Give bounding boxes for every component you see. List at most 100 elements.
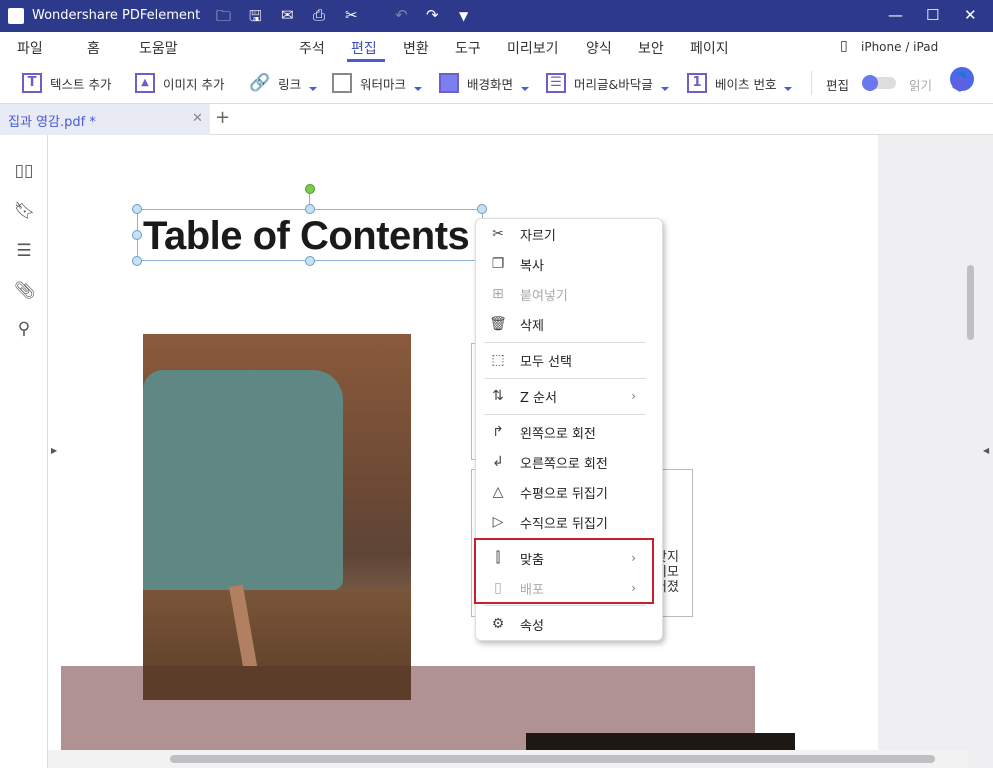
context-item-flip-vertical[interactable]: ▷ 수직으로 뒤집기 — [476, 508, 664, 536]
menu-tools[interactable]: 도구 — [455, 38, 481, 58]
link-button[interactable]: 🔗 링크 — [249, 73, 318, 93]
document-tab[interactable]: 집과 영감.pdf * ✕ — [0, 104, 210, 135]
menu-separator — [484, 378, 646, 379]
context-item-label: 자르기 — [520, 228, 556, 244]
resize-handle[interactable] — [477, 204, 487, 214]
scissors-icon[interactable]: ✂ — [345, 6, 358, 24]
save-icon[interactable]: 🖫 — [249, 6, 262, 31]
print-icon[interactable]: ⎙ — [313, 6, 325, 24]
context-item-label: 붙여넣기 — [520, 288, 568, 304]
dark-image — [526, 733, 795, 750]
hexagon-icon[interactable]: ⬢ — [951, 71, 968, 95]
iphone-ipad-button[interactable]: iPhone / iPad — [861, 40, 938, 54]
bates-number-label: 베이츠 번호 — [715, 76, 777, 92]
menu-comment[interactable]: 주석 — [299, 38, 325, 58]
background-label: 배경화면 — [467, 76, 514, 92]
new-tab-button[interactable]: + — [215, 107, 230, 128]
title-bar: Wondershare PDFelement 🗀 🖫 ✉ ⎙ ✂ ↶ ↷ ▼ —… — [0, 0, 993, 32]
resize-handle[interactable] — [305, 256, 315, 266]
menu-separator — [484, 414, 646, 415]
rotate-right-icon: ↲ — [492, 454, 504, 470]
rotate-left-icon: ↱ — [492, 424, 504, 440]
menu-convert[interactable]: 변환 — [403, 38, 429, 58]
redo-icon[interactable]: ↷ — [426, 6, 439, 24]
z-order-icon: ⇅ — [492, 388, 504, 404]
bookmark-icon[interactable]: 🔖︎ — [14, 201, 36, 221]
chevron-down-icon — [521, 87, 530, 91]
add-image-label: 이미지 추가 — [163, 76, 225, 92]
dropdown-icon[interactable]: ▼ — [459, 9, 468, 23]
resize-handle[interactable] — [132, 230, 142, 240]
resize-handle[interactable] — [132, 256, 142, 266]
context-item-label: 오른쪽으로 회전 — [520, 456, 608, 472]
edit-mode-label: 편집 — [826, 78, 850, 93]
read-mode-label: 읽기 — [909, 78, 933, 93]
search-icon[interactable]: ⚲ — [14, 319, 34, 339]
menu-form[interactable]: 양식 — [586, 38, 612, 58]
vertical-scrollbar[interactable] — [967, 265, 974, 340]
menu-file[interactable]: 파일 — [17, 38, 43, 58]
watermark-button[interactable]: 워터마크 — [332, 73, 423, 93]
attachment-icon[interactable]: 📎︎ — [14, 281, 36, 301]
divider — [811, 71, 812, 95]
context-item-z-order[interactable]: ⇅ Z 순서 › — [476, 382, 664, 410]
menu-edit[interactable]: 편집 — [351, 38, 377, 58]
context-item-gear[interactable]: ⚙ 속성 — [476, 610, 664, 638]
expand-panel-icon[interactable]: ▶ — [51, 446, 57, 455]
context-item-trash[interactable]: 🗑 삭제 — [476, 310, 664, 338]
bates-number-button[interactable]: 1 베이츠 번호 — [687, 73, 793, 93]
resize-handle[interactable] — [132, 204, 142, 214]
app-title: Wondershare PDFelement — [32, 8, 201, 23]
select-all-icon: ⬚ — [491, 352, 505, 368]
menu-home[interactable]: 홈 — [87, 38, 100, 58]
trash-icon: 🗑 — [489, 316, 507, 332]
menu-help[interactable]: 도움말 — [139, 38, 178, 58]
selection-box[interactable] — [137, 209, 483, 261]
context-item-label: 속성 — [520, 618, 544, 634]
menu-preview[interactable]: 미리보기 — [507, 38, 559, 58]
toolbar: T 텍스트 추가 ▲ 이미지 추가 🔗 링크 워터마크 배경화면 ☰ 머리글&바닥글 1… — [0, 63, 993, 104]
thumbnails-icon[interactable]: ▯▯ — [14, 161, 34, 181]
image-icon: ▲ — [135, 73, 155, 93]
watermark-icon — [332, 73, 352, 93]
expand-right-panel-icon[interactable]: ◀ — [983, 446, 989, 455]
mail-icon[interactable]: ✉ — [281, 6, 294, 24]
flip-vertical-icon: ▷ — [492, 514, 504, 530]
link-icon: 🔗 — [249, 73, 271, 93]
menu-separator — [484, 342, 646, 343]
menu-page[interactable]: 페이지 — [690, 38, 729, 58]
horizontal-scrollbar[interactable] — [170, 755, 935, 763]
sofa-shape — [143, 370, 343, 590]
link-label: 링크 — [278, 76, 302, 92]
context-item-rotate-left[interactable]: ↱ 왼쪽으로 회전 — [476, 418, 664, 446]
active-menu-underline — [347, 59, 385, 62]
minimize-button[interactable]: — — [888, 6, 903, 24]
context-item-paste[interactable]: ⊞ 붙여넣기 — [476, 280, 664, 308]
context-item-label: 모두 선택 — [520, 354, 572, 370]
open-folder-icon[interactable]: 🗀 — [216, 6, 231, 31]
context-item-select-all[interactable]: ⬚ 모두 선택 — [476, 346, 664, 374]
add-text-button[interactable]: T 텍스트 추가 — [22, 73, 111, 93]
resize-handle[interactable] — [305, 204, 315, 214]
background-icon — [439, 73, 459, 93]
background-button[interactable]: 배경화면 — [439, 73, 530, 93]
rotate-handle[interactable] — [305, 184, 315, 194]
context-item-scissors[interactable]: ✂ 자르기 — [476, 220, 664, 248]
add-image-button[interactable]: ▲ 이미지 추가 — [135, 73, 224, 93]
context-item-copy[interactable]: ❐ 복사 — [476, 250, 664, 278]
close-button[interactable]: ✕ — [964, 6, 977, 24]
paste-icon: ⊞ — [492, 286, 504, 302]
menu-security[interactable]: 보안 — [638, 38, 664, 58]
context-item-flip-horizontal[interactable]: △ 수평으로 뒤집기 — [476, 478, 664, 506]
maximize-button[interactable]: ☐ — [926, 6, 939, 24]
copy-icon: ❐ — [491, 256, 505, 272]
edit-read-toggle[interactable] — [862, 75, 896, 91]
tab-title: 집과 영감.pdf * — [8, 115, 96, 130]
context-item-rotate-right[interactable]: ↲ 오른쪽으로 회전 — [476, 448, 664, 476]
tab-close-icon[interactable]: ✕ — [192, 111, 203, 126]
header-footer-button[interactable]: ☰ 머리글&바닥글 — [546, 73, 669, 93]
undo-icon[interactable]: ↶ — [395, 6, 408, 24]
comment-icon[interactable]: ☰ — [14, 241, 34, 261]
menu-bar: 파일 홈 도움말 주석 편집 변환 도구 미리보기 양식 보안 페이지 ▯ iP… — [0, 32, 993, 91]
header-footer-icon: ☰ — [546, 73, 566, 93]
